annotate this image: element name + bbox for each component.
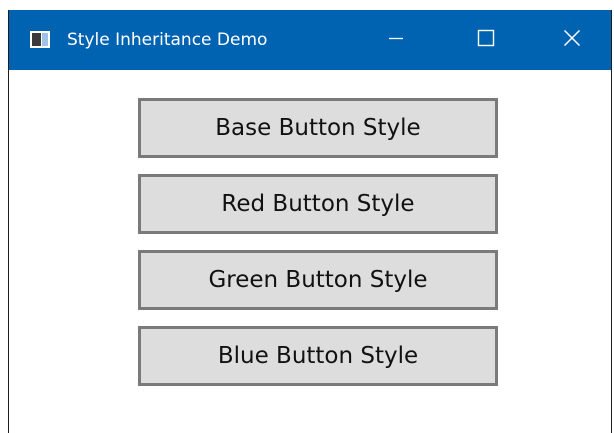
maximize-button[interactable] <box>451 10 521 70</box>
title-bar[interactable]: Style Inheritance Demo <box>9 10 611 70</box>
blue-button-style-button[interactable]: Blue Button Style <box>138 326 498 386</box>
maximize-icon <box>477 29 495 51</box>
green-button-style-button[interactable]: Green Button Style <box>138 250 498 310</box>
app-window-icon <box>30 31 50 48</box>
app-window: Style Inheritance Demo Base Button Style… <box>8 10 612 433</box>
close-button[interactable] <box>537 10 607 70</box>
minimize-button[interactable] <box>361 10 431 70</box>
close-icon <box>563 29 581 51</box>
window-title: Style Inheritance Demo <box>67 30 268 50</box>
red-button-style-button[interactable]: Red Button Style <box>138 174 498 234</box>
minimize-icon <box>388 30 404 50</box>
base-button-style-button[interactable]: Base Button Style <box>138 98 498 158</box>
window-content: Base Button Style Red Button Style Green… <box>9 70 611 433</box>
